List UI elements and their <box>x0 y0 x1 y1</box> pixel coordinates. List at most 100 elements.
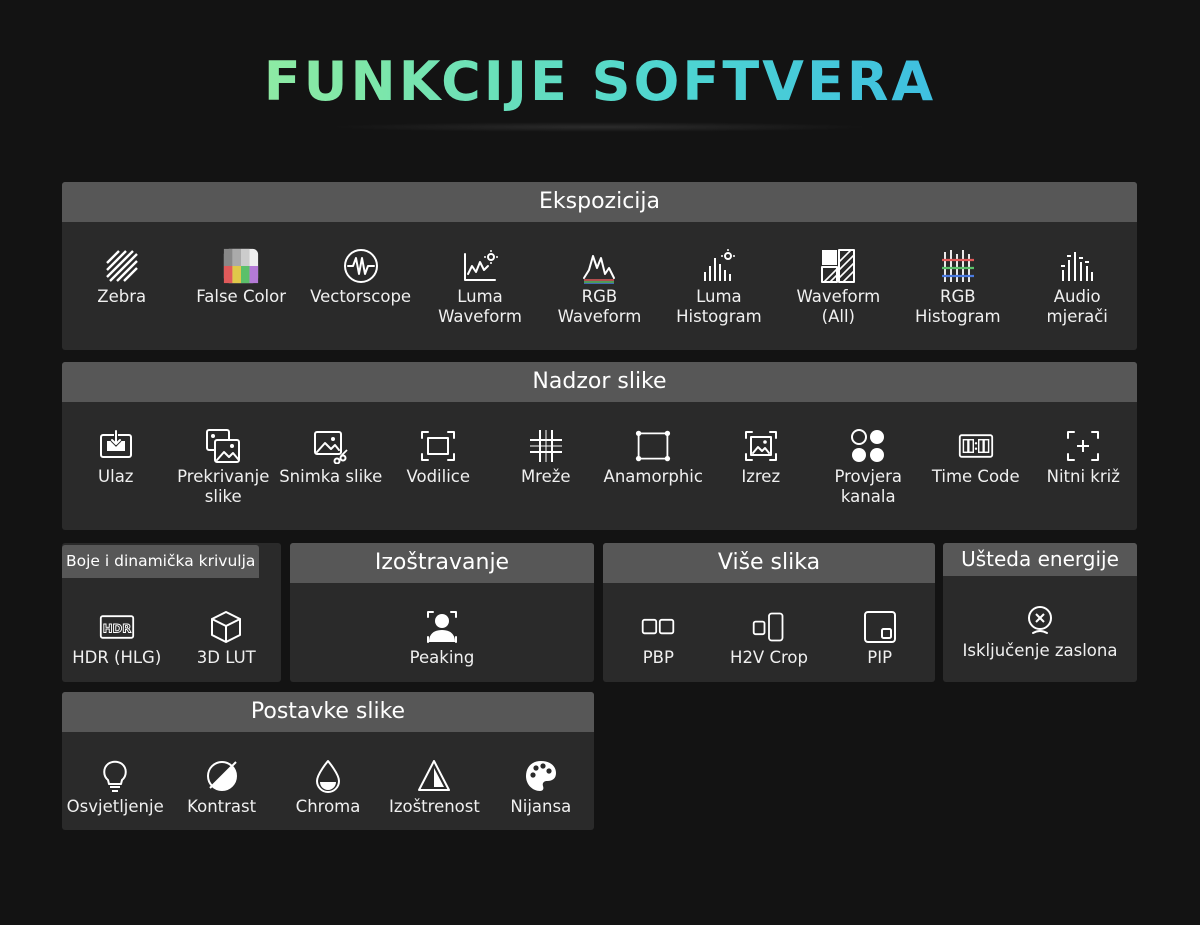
overlay-icon <box>204 427 242 465</box>
feature-label: Vectorscope <box>310 287 411 307</box>
feature-label: Time Code <box>932 467 1020 487</box>
feature-label-line: Snimka slike <box>279 467 383 486</box>
feature-item-zebra: Zebra <box>62 222 181 350</box>
feature-label-line: False Color <box>196 287 287 306</box>
feature-label-line: Kontrast <box>187 797 257 816</box>
feature-label: Kontrast <box>187 797 256 817</box>
feature-label: Mreže <box>521 467 571 487</box>
feature-label: Izoštrenost <box>389 797 480 817</box>
feature-label-line: HDR (HLG) <box>72 648 162 667</box>
section-header: Nadzor slike <box>62 362 1137 402</box>
feature-label-line: Nitni križ <box>1046 467 1120 486</box>
feature-label-line: Peaking <box>409 648 475 667</box>
feature-label-line: Ulaz <box>98 467 134 486</box>
feature-label: Snimka slike <box>279 467 382 487</box>
section-header: Izoštravanje <box>290 543 594 583</box>
feature-label-line: PBP <box>642 648 674 667</box>
feature-label-line: Audio <box>1053 287 1101 306</box>
feature-item-screen-off: Isključenje zaslona <box>943 576 1137 682</box>
feature-label: Waveform (All) <box>796 287 880 327</box>
feature-item-luma-histogram: Luma Histogram <box>659 222 778 350</box>
feature-label-line: Vectorscope <box>310 287 412 306</box>
feature-item-contrast: Kontrast <box>168 732 274 830</box>
feature-label-line: Provjera <box>834 467 903 486</box>
feature-label: Zebra <box>97 287 146 307</box>
feature-item-guides: Vodilice <box>385 402 493 530</box>
section-vise-slika: Više slika PBP H2V Crop PIP <box>603 543 935 682</box>
feature-label-line: Isključenje zaslona <box>962 641 1118 660</box>
feature-label: Chroma <box>296 797 361 817</box>
feature-label-line: kanala <box>840 487 896 506</box>
audio-meter-icon <box>1058 247 1096 285</box>
feature-item-sharpness: Izoštrenost <box>381 732 487 830</box>
feature-item-pbp: PBP <box>603 583 714 682</box>
feature-label-line: Izrez <box>741 467 781 486</box>
feature-item-lut-cube: 3D LUT <box>172 583 282 682</box>
feature-label: PBP <box>643 648 674 668</box>
zebra-icon <box>103 247 141 285</box>
feature-label-line: H2V Crop <box>730 648 808 667</box>
feature-item-luma-waveform: Luma Waveform <box>420 222 539 350</box>
hdr-icon: HDR <box>98 608 136 646</box>
section-postavke-slike: Postavke slike Osvjetljenje Kontrast Chrom… <box>62 692 594 830</box>
feature-label-line: Zebra <box>97 287 147 306</box>
feature-label: H2V Crop <box>730 648 808 668</box>
section-header: Postavke slike <box>62 692 594 732</box>
feature-label-line: Histogram <box>914 307 1001 326</box>
feature-label-line: 3D LUT <box>196 648 256 667</box>
peaking-icon <box>423 608 461 646</box>
pbp-icon <box>639 608 677 646</box>
rgb-histogram-icon <box>939 247 977 285</box>
section-header: Ekspozicija <box>62 182 1137 222</box>
feature-item-time-code: Time Code <box>922 402 1030 530</box>
feature-label: RGB Waveform <box>558 287 642 327</box>
section-usteda-energije: Ušteda energije Isključenje zaslona <box>943 543 1137 682</box>
feature-item-crosshair: Nitni križ <box>1030 402 1138 530</box>
feature-item-grid: Mreže <box>492 402 600 530</box>
feature-item-overlay: Prekrivanje slike <box>170 402 278 530</box>
section-header: Više slika <box>603 543 935 583</box>
feature-item-pip: PIP <box>824 583 935 682</box>
feature-label-line: Izoštrenost <box>388 797 480 816</box>
feature-item-input: Ulaz <box>62 402 170 530</box>
feature-label-line: Osvjetljenje <box>66 797 164 816</box>
section-header: Ušteda energije <box>943 543 1137 576</box>
svg-text:HDR: HDR <box>103 621 131 635</box>
feature-label-line: Waveform <box>438 307 522 326</box>
section-nadzor-slike: Nadzor slike Ulaz Prekrivanje slike Snimka … <box>62 362 1137 530</box>
guides-icon <box>419 427 457 465</box>
feature-label: Luma Waveform <box>438 287 522 327</box>
feature-item-false-color: False Color <box>181 222 300 350</box>
page-title: FUNKCIJE SOFTVERA <box>0 50 1200 113</box>
anamorphic-icon <box>634 427 672 465</box>
feature-item-anamorphic: Anamorphic <box>600 402 708 530</box>
contrast-icon <box>203 757 241 795</box>
feature-label-line: Mreže <box>520 467 571 486</box>
feature-label-line: RGB <box>581 287 618 306</box>
luma-histogram-icon <box>700 247 738 285</box>
feature-label: Anamorphic <box>604 467 703 487</box>
feature-label-line: Chroma <box>295 797 361 816</box>
feature-label-line: Prekrivanje <box>177 467 270 486</box>
input-icon <box>97 427 135 465</box>
feature-label-line: Anamorphic <box>603 467 703 486</box>
feature-label: RGB Histogram <box>915 287 1001 327</box>
section-header: Boje i dinamička krivulja <box>62 545 260 578</box>
feature-item-hdr: HDR HDR (HLG) <box>62 583 172 682</box>
feature-label: False Color <box>196 287 286 307</box>
feature-label-line: slike <box>204 487 242 506</box>
feature-label-line: Waveform <box>796 287 881 306</box>
feature-item-vectorscope: Vectorscope <box>301 222 420 350</box>
feature-item-hue-palette: Nijansa <box>488 732 594 830</box>
lut-cube-icon <box>207 608 245 646</box>
feature-label: Izrez <box>741 467 780 487</box>
feature-item-audio-meter: Audio mjerači <box>1018 222 1137 350</box>
feature-label: Ulaz <box>98 467 133 487</box>
sharpness-icon <box>415 757 453 795</box>
feature-label: Audio mjerači <box>1047 287 1108 327</box>
snapshot-icon <box>312 427 350 465</box>
luma-waveform-icon <box>461 247 499 285</box>
feature-item-rgb-histogram: RGB Histogram <box>898 222 1017 350</box>
feature-item-crop: Izrez <box>707 402 815 530</box>
crosshair-icon <box>1064 427 1102 465</box>
